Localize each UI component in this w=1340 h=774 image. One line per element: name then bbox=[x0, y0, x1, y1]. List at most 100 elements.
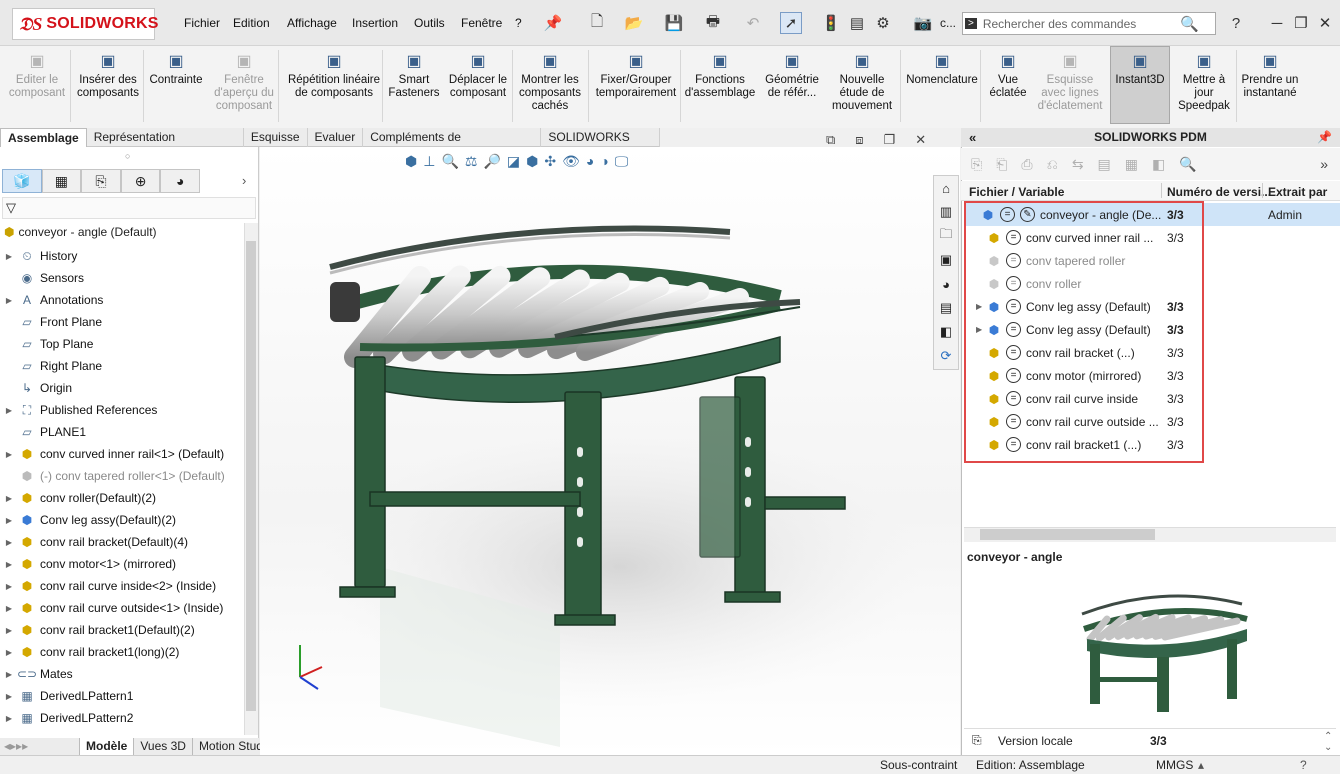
help-status-icon[interactable]: ? bbox=[1300, 758, 1307, 772]
expand-arrow-icon[interactable]: ▶ bbox=[4, 450, 14, 459]
pdm-refresh-icon[interactable]: ⟳ bbox=[934, 344, 958, 368]
maximize-view-icon[interactable]: ❐ bbox=[884, 132, 896, 148]
col-divider[interactable] bbox=[1161, 183, 1162, 198]
zoom-area-icon[interactable]: 🔍 bbox=[441, 153, 458, 175]
property-manager-tab-icon[interactable]: ▦ bbox=[41, 169, 82, 193]
tab-assemblage[interactable]: Assemblage bbox=[0, 128, 87, 147]
tree-item[interactable]: ▶ ⬢ conv rail curve inside<2> (Inside) bbox=[0, 575, 244, 597]
display-manager-tab-icon[interactable]: ◕ bbox=[160, 169, 200, 193]
save-icon[interactable]: 💾 bbox=[663, 12, 685, 34]
ribbon-button-7[interactable]: ▣ Déplacer le composant bbox=[444, 50, 512, 124]
ribbon-button-12[interactable]: ▣ Nouvelle étude de mouvement bbox=[826, 50, 898, 124]
expand-arrow-icon[interactable]: ▶ bbox=[4, 692, 14, 701]
tab-representation-schematique[interactable]: Représentation schématique bbox=[87, 128, 244, 162]
menu-affichage[interactable]: Affichage bbox=[287, 16, 337, 30]
tab-modele[interactable]: Modèle bbox=[80, 738, 135, 755]
view-orientation-icon[interactable]: ⬢ bbox=[405, 153, 417, 175]
col-version[interactable]: Numéro de versi... bbox=[1167, 185, 1271, 199]
ribbon-button-8[interactable]: ▣ Montrer les composants cachés bbox=[514, 50, 586, 124]
visibility-icon[interactable]: 👁 bbox=[562, 153, 580, 175]
print-icon[interactable]: 🖶 bbox=[702, 12, 724, 34]
configuration-manager-tab-icon[interactable]: ⎘ bbox=[81, 169, 121, 193]
panel-splitter-handle[interactable]: ○ bbox=[125, 151, 130, 161]
home-icon[interactable]: ⌂ bbox=[934, 176, 958, 200]
expand-arrow-icon[interactable]: ▶ bbox=[4, 296, 14, 305]
expand-arrow-icon[interactable]: ▶ bbox=[4, 670, 14, 679]
close-view-icon[interactable]: ✕ bbox=[915, 132, 926, 148]
pin-panel-icon[interactable]: 📌 bbox=[1317, 128, 1332, 147]
camera-icon[interactable]: 📷 bbox=[912, 12, 934, 34]
tree-filter-bar[interactable]: ▽ bbox=[2, 197, 256, 219]
menu-insertion[interactable]: Insertion bbox=[352, 16, 398, 30]
view-settings-icon[interactable]: 🖵 bbox=[615, 153, 629, 175]
ribbon-button-10[interactable]: ▣ Fonctions d'assemblage bbox=[684, 50, 756, 124]
tab-nav-arrows[interactable]: ◂▸▸▸ bbox=[0, 738, 80, 755]
ribbon-button-15[interactable]: ▣ Esquisse avec lignes d'éclatement bbox=[1036, 50, 1104, 124]
menu-fenetre[interactable]: Fenêtre bbox=[461, 16, 502, 30]
tree-item[interactable]: ▱ Top Plane bbox=[0, 333, 244, 355]
tree-item[interactable]: ▶ ⬢ conv roller(Default)(2) bbox=[0, 487, 244, 509]
pdm-checkin-icon[interactable]: ⎙ bbox=[1021, 156, 1032, 173]
new-document-icon[interactable]: 🗋 bbox=[586, 12, 608, 34]
tree-item[interactable]: ▶ ⛶ Published References bbox=[0, 399, 244, 421]
feature-tree-tab-icon[interactable]: 🧊 bbox=[2, 169, 42, 193]
custom-properties-icon[interactable]: ▤ bbox=[934, 296, 958, 320]
pin-icon[interactable]: 📌 bbox=[542, 12, 564, 34]
pdm-where-used-icon[interactable]: ◧ bbox=[1152, 156, 1165, 173]
pdm-checkout-icon[interactable]: ⎗ bbox=[996, 156, 1007, 173]
tab-mbd[interactable]: SOLIDWORKS MBD bbox=[541, 128, 660, 162]
tree-item[interactable]: ▱ Right Plane bbox=[0, 355, 244, 377]
view-palette-icon[interactable]: ▣ bbox=[934, 248, 958, 272]
ribbon-button-16[interactable]: ▣ Instant3D bbox=[1110, 50, 1170, 124]
tree-item[interactable]: ▶ ⬢ Conv leg assy(Default)(2) bbox=[0, 509, 244, 531]
close-icon[interactable]: ✕ bbox=[1314, 12, 1336, 34]
ribbon-button-17[interactable]: ▣ Mettre à jour Speedpak bbox=[1172, 50, 1236, 124]
open-icon[interactable]: 📂 bbox=[623, 12, 645, 34]
section-view-icon[interactable]: ◪ bbox=[507, 153, 520, 175]
expand-arrow-icon[interactable]: ▶ bbox=[4, 648, 14, 657]
tree-item[interactable]: ⬢ (-) conv tapered roller<1> (Default) bbox=[0, 465, 244, 487]
pdm-tab-icon[interactable]: ◧ bbox=[934, 320, 958, 344]
tree-item[interactable]: ▶ ▦ DerivedLPattern2 bbox=[0, 707, 244, 729]
tree-root[interactable]: ⬢ conveyor - angle (Default) bbox=[4, 225, 157, 239]
filter-icon[interactable]: ▽ bbox=[6, 200, 16, 216]
command-search-input[interactable]: > Rechercher des commandes 🔍 bbox=[962, 12, 1216, 35]
expand-arrow-icon[interactable]: ▶ bbox=[4, 406, 14, 415]
options-gear-icon[interactable]: ⚙ bbox=[872, 12, 894, 34]
appearance-icon[interactable]: ◕ bbox=[586, 153, 594, 175]
tree-item[interactable]: ▶ ⬢ conv rail bracket(Default)(4) bbox=[0, 531, 244, 553]
tree-item[interactable]: ▶ ⬢ conv rail bracket1(Default)(2) bbox=[0, 619, 244, 641]
pdm-undo-checkout-icon[interactable]: ⎌ bbox=[1047, 156, 1058, 173]
pdm-properties-icon[interactable]: ▤ bbox=[1098, 156, 1111, 173]
pdm-history-icon[interactable]: ▦ bbox=[1125, 156, 1138, 173]
undo-icon[interactable]: ↶ bbox=[742, 12, 764, 34]
scroll-arrows-icon[interactable]: ⌃ ⌄ bbox=[1324, 731, 1332, 753]
ribbon-button-5[interactable]: ▣ Répétition linéaire de composants bbox=[282, 50, 386, 124]
tile-icon[interactable]: ⧉ bbox=[826, 132, 835, 148]
ribbon-button-13[interactable]: ▣ Nomenclature bbox=[902, 50, 982, 124]
tree-item[interactable]: ◉ Sensors bbox=[0, 267, 244, 289]
expand-arrow-icon[interactable]: ▶ bbox=[4, 516, 14, 525]
file-explorer-icon[interactable]: 🗀 bbox=[934, 224, 958, 248]
dimxpert-tab-icon[interactable]: ⊕ bbox=[120, 169, 161, 193]
search-icon[interactable]: 🔍 bbox=[1180, 15, 1199, 33]
tree-item[interactable]: ▶ ⏲ History bbox=[0, 245, 244, 267]
col-extrait-par[interactable]: Extrait par bbox=[1268, 185, 1327, 199]
solidworks-logo[interactable]: 𝔇S SOLIDWORKS bbox=[12, 8, 158, 40]
expand-arrow-icon[interactable]: ▶ bbox=[4, 626, 14, 635]
expand-arrow-icon[interactable]: ▶ bbox=[4, 714, 14, 723]
ribbon-button-1[interactable]: ▣ Editer le composant bbox=[4, 50, 70, 124]
minimize-icon[interactable]: ─ bbox=[1266, 12, 1288, 34]
design-library-icon[interactable]: ▥ bbox=[934, 200, 958, 224]
ribbon-button-14[interactable]: ▣ Vue éclatée bbox=[982, 50, 1034, 124]
expand-arrow-icon[interactable]: ▶ bbox=[4, 582, 14, 591]
col-divider[interactable] bbox=[1262, 183, 1263, 198]
tree-item[interactable]: ↳ Origin bbox=[0, 377, 244, 399]
select-icon[interactable]: ➚ bbox=[780, 12, 802, 34]
ribbon-button-9[interactable]: ▣ Fixer/Grouper temporairement bbox=[590, 50, 682, 124]
expand-arrow-icon[interactable]: ▶ bbox=[4, 538, 14, 547]
expand-arrow-icon[interactable]: ▶ bbox=[4, 560, 14, 569]
tab-vues-3d[interactable]: Vues 3D bbox=[134, 738, 193, 755]
appearances-icon[interactable]: ◕ bbox=[934, 272, 958, 296]
units-dropdown-icon[interactable]: ▴ bbox=[1198, 758, 1204, 772]
